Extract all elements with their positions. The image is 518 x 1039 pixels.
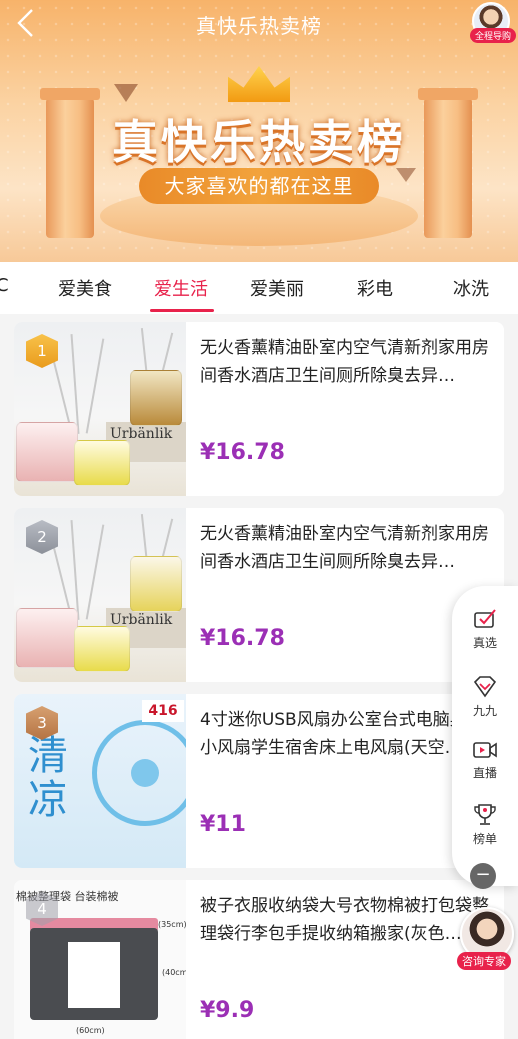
sidebar-label: 榜单 <box>472 832 497 846</box>
banner-subline: 大家喜欢的都在这里 <box>139 168 379 204</box>
decor-triangle-left <box>114 84 138 102</box>
guide-label[interactable]: 全程导购 <box>469 28 516 43</box>
image-caption: 清凉 <box>28 733 68 823</box>
product-price: ¥11 <box>200 812 246 837</box>
checkmark-envelope-icon <box>474 609 496 628</box>
page-title: 真快乐热卖榜 <box>196 14 322 38</box>
product-card[interactable]: 棉被整理袋 台装棉被 (35cm) (40cm) (60cm) 4 被子衣服收纳… <box>14 880 504 1039</box>
sidebar-item-rankings[interactable]: 榜单 <box>452 802 518 847</box>
category-tabs: C 爱美食 爱生活 爱美丽 彩电 冰洗 <box>0 262 518 314</box>
product-image: Urbänlik 1 <box>14 322 186 496</box>
tab-life[interactable]: 爱生活 <box>154 275 208 301</box>
product-title[interactable]: 无火香薰精油卧室内空气清新剂家用房间香水酒店卫生间厕所除臭去异… <box>200 520 492 576</box>
sidebar-item-live[interactable]: 直播 <box>452 736 518 781</box>
sidebar-label: 直播 <box>472 766 497 780</box>
product-image: Urbänlik 2 <box>14 508 186 682</box>
tab-appliance[interactable]: 冰洗 <box>453 275 489 301</box>
product-image: 棉被整理袋 台装棉被 (35cm) (40cm) (60cm) 4 <box>14 880 186 1039</box>
product-card[interactable]: Urbänlik 2 无火香薰精油卧室内空气清新剂家用房间香水酒店卫生间厕所除臭… <box>14 508 504 682</box>
product-title[interactable]: 无火香薰精油卧室内空气清新剂家用房间香水酒店卫生间厕所除臭去异… <box>200 334 492 390</box>
product-image: 清凉 416 3 <box>14 694 186 868</box>
dimension-height: (40cm) <box>162 968 186 977</box>
minus-icon: − <box>475 864 491 885</box>
tab-c[interactable]: C <box>0 275 9 296</box>
consult-expert-button[interactable]: 咨询专家 <box>457 952 511 970</box>
dimension-width: (60cm) <box>76 1026 105 1035</box>
product-title[interactable]: 4寸迷你USB风扇办公室台式电脑桌面小风扇学生宿舍床上电风扇(天空… <box>200 706 492 762</box>
product-card[interactable]: 清凉 416 3 4寸迷你USB风扇办公室台式电脑桌面小风扇学生宿舍床上电风扇(… <box>14 694 504 868</box>
fan-illustration <box>92 720 186 826</box>
video-camera-icon <box>473 742 497 758</box>
banner-headline: 真快乐热卖榜 <box>112 115 406 169</box>
promo-logo: 416 <box>142 700 184 722</box>
tab-beauty[interactable]: 爱美丽 <box>250 275 304 301</box>
hero-banner: 真快乐热卖榜 大家喜欢的都在这里 真快乐热卖榜 全程导购 <box>0 0 518 262</box>
product-price: ¥16.78 <box>200 440 285 465</box>
storage-bag-illustration <box>30 928 158 1020</box>
tab-tv[interactable]: 彩电 <box>357 275 393 301</box>
sidebar-label: 真选 <box>472 636 497 650</box>
sidebar-item-zhenxuan[interactable]: 真选 <box>452 606 518 651</box>
product-title[interactable]: 被子衣服收纳袋大号衣物棉被打包袋整理袋行李包手提收纳箱搬家(灰色… <box>200 892 492 948</box>
trophy-icon <box>474 804 496 825</box>
dimension-depth: (35cm) <box>158 920 186 929</box>
tab-food[interactable]: 爱美食 <box>58 275 112 301</box>
collapse-sidebar-button[interactable]: − <box>470 863 496 889</box>
active-tab-indicator <box>150 309 214 312</box>
sidebar-label: 九九 <box>472 704 497 718</box>
floating-sidebar: 真选 九九 直播 榜单 <box>452 586 518 886</box>
product-card[interactable]: Urbänlik 1 无火香薰精油卧室内空气清新剂家用房间香水酒店卫生间厕所除臭… <box>14 322 504 496</box>
product-price: ¥16.78 <box>200 626 285 651</box>
heart-chevron-icon <box>473 676 497 698</box>
product-price: ¥9.9 <box>200 998 255 1023</box>
sidebar-item-jiujiu[interactable]: 九九 <box>452 674 518 719</box>
